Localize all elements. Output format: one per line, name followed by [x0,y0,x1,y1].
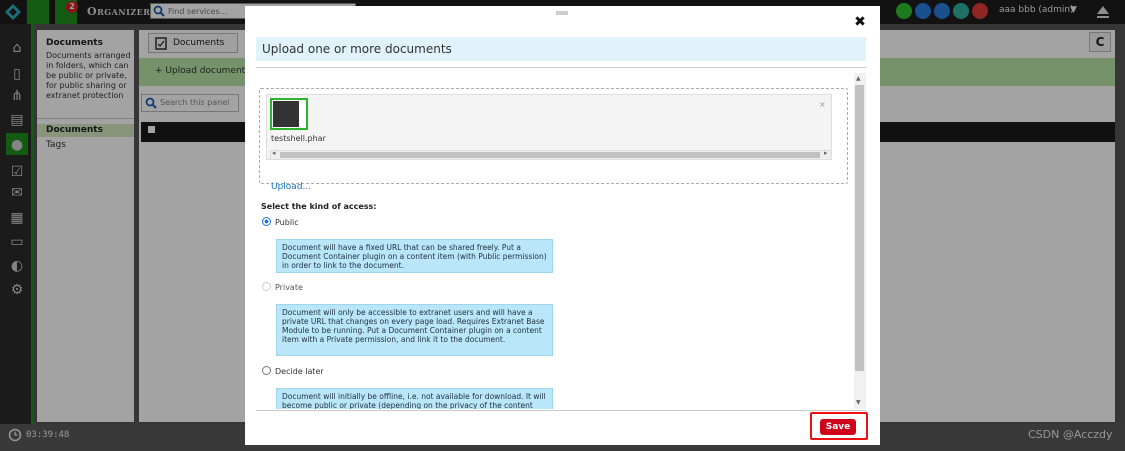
radio-public[interactable] [262,217,271,226]
option-decide-later[interactable]: Decide later [262,366,324,376]
file-thumbnail [270,98,308,130]
vertical-scrollbar[interactable]: ▲ ▼ [854,73,866,409]
upload-link[interactable]: Upload... [271,182,311,192]
option-label: Public [275,218,299,227]
file-list: × testshell.phar ◂ ▸ [266,94,832,160]
option-public[interactable]: Public [262,217,299,227]
upload-dialog: ✖ Upload one or more documents × testshe… [245,6,880,445]
radio-decide-later[interactable] [262,366,271,375]
option-label: Private [275,283,303,292]
scroll-right-icon[interactable]: ▸ [824,149,828,157]
option-label: Decide later [275,367,324,376]
radio-private [262,282,271,291]
info-public: Document will have a fixed URL that can … [276,239,553,273]
scroll-thumb[interactable] [280,152,820,158]
option-private: Private [262,282,303,292]
save-button[interactable]: Save [820,419,856,435]
scroll-down-icon[interactable]: ▼ [856,399,861,406]
scroll-left-icon[interactable]: ◂ [272,149,276,157]
access-label: Select the kind of access: [261,202,377,211]
file-name: testshell.phar [271,134,326,143]
info-private: Document will only be accessible to extr… [276,304,553,356]
divider [256,67,866,68]
file-preview [273,101,299,127]
info-decide-later: Document will initially be offline, i.e.… [276,388,553,409]
drag-handle[interactable] [556,11,568,15]
dialog-title-bar: Upload one or more documents [256,37,866,61]
dialog-title: Upload one or more documents [262,42,452,56]
scroll-up-icon[interactable]: ▲ [856,75,861,82]
divider [256,410,866,411]
scroll-thumb[interactable] [855,85,864,371]
close-icon[interactable]: ✖ [853,15,867,29]
remove-file-icon[interactable]: × [819,100,826,109]
dialog-scroll-area[interactable]: × testshell.phar ◂ ▸ Upload... Select th… [256,73,866,409]
horizontal-scrollbar[interactable]: ◂ ▸ [270,149,832,160]
file-drop-zone[interactable]: × testshell.phar ◂ ▸ Upload... [259,88,848,192]
